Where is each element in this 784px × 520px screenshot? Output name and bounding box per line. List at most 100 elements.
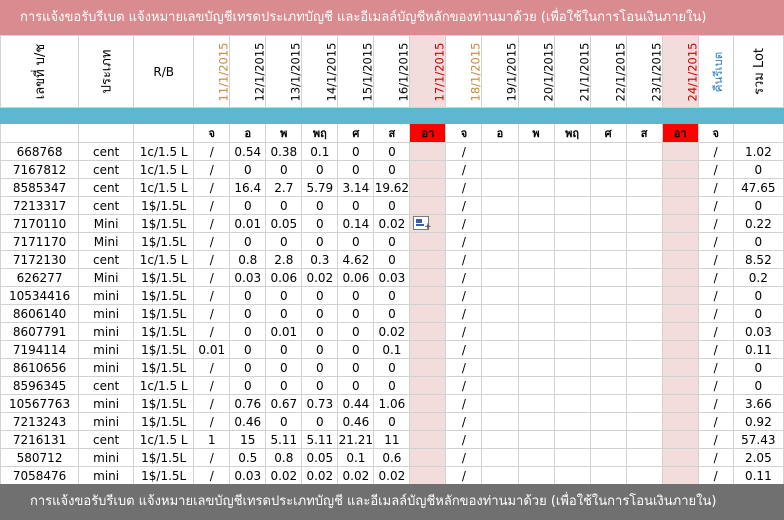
cell-day[interactable]: 0	[373, 376, 411, 395]
cell-day[interactable]: 0	[265, 232, 303, 251]
cell-day[interactable]	[517, 412, 555, 431]
cell-day[interactable]: /	[193, 322, 231, 341]
cell-day[interactable]: 1	[193, 430, 231, 449]
cell-day[interactable]: 0	[265, 412, 303, 431]
cell-day[interactable]: /	[445, 250, 483, 269]
cell-day[interactable]: 0	[373, 286, 411, 305]
cell-total[interactable]: 0.03	[732, 322, 784, 341]
cell-day[interactable]: 0.14	[337, 214, 375, 233]
cell-day[interactable]	[625, 142, 663, 161]
cell-day[interactable]	[409, 268, 447, 287]
cell-day[interactable]	[589, 304, 627, 323]
cell-day[interactable]: /	[193, 358, 231, 377]
cell-day[interactable]: 0	[229, 160, 267, 179]
cell-type[interactable]: mini	[78, 340, 135, 359]
cell-day[interactable]: 0	[301, 322, 339, 341]
cell-day[interactable]	[553, 160, 591, 179]
cell-day[interactable]: /	[193, 448, 231, 467]
header-total[interactable]: รวม Lot	[732, 35, 784, 108]
cell-type[interactable]: mini	[78, 466, 135, 485]
cell-day[interactable]	[661, 286, 699, 305]
cell-day[interactable]: /	[445, 268, 483, 287]
cell-day[interactable]: 5.11	[265, 430, 303, 449]
cell-day[interactable]: 4.62	[337, 250, 375, 269]
cell-day[interactable]: 0	[301, 358, 339, 377]
cell-day[interactable]	[625, 214, 663, 233]
cell-day[interactable]: 0.01	[229, 214, 267, 233]
cell-day[interactable]: /	[697, 430, 734, 449]
cell-day[interactable]	[589, 430, 627, 449]
cell-day[interactable]	[553, 394, 591, 413]
header-date-14[interactable]: คืนรีเบต	[697, 35, 734, 108]
cell-day[interactable]	[517, 430, 555, 449]
cell-day[interactable]	[517, 196, 555, 215]
cell-rb[interactable]: 1$/1.5L	[133, 286, 195, 305]
cell-day[interactable]: /	[445, 178, 483, 197]
cell-day[interactable]	[481, 268, 519, 287]
cell-day[interactable]	[661, 178, 699, 197]
header-date-11[interactable]: 22/1/2015	[589, 35, 627, 108]
cell-day[interactable]	[661, 376, 699, 395]
cell-day[interactable]	[589, 268, 627, 287]
cell-day[interactable]: 0	[229, 286, 267, 305]
cell-account[interactable]: 8585347	[0, 178, 80, 197]
cell-day[interactable]: /	[445, 232, 483, 251]
header-type[interactable]: ประเภท	[78, 35, 135, 108]
cell-day[interactable]	[661, 250, 699, 269]
cell-day[interactable]	[625, 268, 663, 287]
cell-day[interactable]: 0.02	[265, 466, 303, 485]
cell-day[interactable]: 0	[265, 340, 303, 359]
header-date-5[interactable]: 16/1/2015	[373, 35, 411, 108]
cell-day[interactable]	[517, 160, 555, 179]
cell-day[interactable]	[517, 268, 555, 287]
cell-day[interactable]	[481, 358, 519, 377]
cell-day[interactable]	[661, 340, 699, 359]
cell-day[interactable]: 5.11	[301, 430, 339, 449]
cell-day[interactable]: 0	[337, 286, 375, 305]
cell-type[interactable]: cent	[78, 250, 135, 269]
cell-day[interactable]: 0.01	[193, 340, 231, 359]
cell-day[interactable]: 0	[265, 376, 303, 395]
cell-rb[interactable]: 1c/1.5 L	[133, 160, 195, 179]
cell-day[interactable]	[553, 268, 591, 287]
cell-day[interactable]: /	[193, 214, 231, 233]
cell-day[interactable]	[409, 430, 447, 449]
cell-day[interactable]	[661, 268, 699, 287]
cell-day[interactable]: 0.02	[373, 214, 411, 233]
cell-day[interactable]: /	[697, 214, 734, 233]
cell-day[interactable]	[661, 304, 699, 323]
cell-day[interactable]: /	[193, 250, 231, 269]
cell-day[interactable]	[661, 430, 699, 449]
cell-day[interactable]	[589, 178, 627, 197]
cell-day[interactable]	[553, 142, 591, 161]
cell-day[interactable]	[517, 340, 555, 359]
cell-day[interactable]: /	[445, 430, 483, 449]
cell-day[interactable]	[661, 214, 699, 233]
cell-day[interactable]: 0	[265, 304, 303, 323]
cell-day[interactable]: 0.44	[337, 394, 375, 413]
cell-day[interactable]: /	[697, 466, 734, 485]
cell-day[interactable]: /	[445, 394, 483, 413]
cell-total[interactable]: 57.43	[732, 430, 784, 449]
cell-day[interactable]	[553, 430, 591, 449]
cell-day[interactable]: 0	[373, 412, 411, 431]
cell-day[interactable]	[409, 412, 447, 431]
cell-day[interactable]: 0.05	[301, 448, 339, 467]
cell-day[interactable]	[481, 142, 519, 161]
cell-day[interactable]	[517, 322, 555, 341]
cell-day[interactable]: /	[697, 412, 734, 431]
cell-day[interactable]: /	[193, 196, 231, 215]
cell-rb[interactable]: 1$/1.5L	[133, 394, 195, 413]
cell-day[interactable]: 0	[337, 322, 375, 341]
cell-total[interactable]: 0.22	[732, 214, 784, 233]
cell-account[interactable]: 7167812	[0, 160, 80, 179]
cell-day[interactable]: 0.06	[265, 268, 303, 287]
cell-day[interactable]	[589, 250, 627, 269]
cell-day[interactable]: /	[445, 160, 483, 179]
cell-total[interactable]: 2.05	[732, 448, 784, 467]
cell-type[interactable]: cent	[78, 142, 135, 161]
cell-day[interactable]	[517, 250, 555, 269]
cell-day[interactable]: 0.1	[337, 448, 375, 467]
cell-day[interactable]	[517, 214, 555, 233]
cell-total[interactable]: 0.11	[732, 466, 784, 485]
